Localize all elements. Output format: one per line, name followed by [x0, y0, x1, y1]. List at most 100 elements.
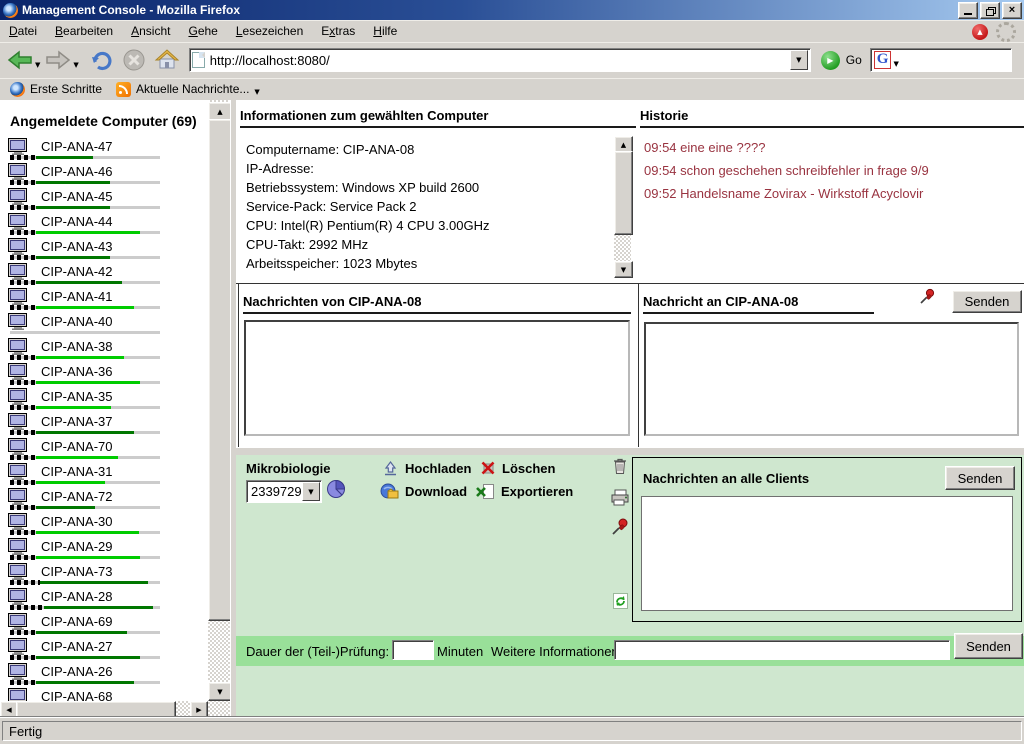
- printer-button[interactable]: [610, 488, 630, 507]
- computer-name[interactable]: CIP-ANA-35: [41, 389, 113, 404]
- computer-name[interactable]: CIP-ANA-31: [41, 464, 113, 479]
- computer-name[interactable]: CIP-ANA-42: [41, 264, 113, 279]
- upload-label[interactable]: Hochladen: [405, 461, 471, 476]
- computer-list-item[interactable]: CIP-ANA-44: [0, 211, 208, 236]
- computer-name[interactable]: CIP-ANA-73: [41, 564, 113, 579]
- computer-list-item[interactable]: CIP-ANA-45: [0, 186, 208, 211]
- delete-label[interactable]: Löschen: [502, 461, 555, 476]
- url-input[interactable]: http://localhost:8080/: [210, 53, 785, 68]
- minimize-button[interactable]: [958, 2, 978, 19]
- computer-name[interactable]: CIP-ANA-30: [41, 514, 113, 529]
- computer-name[interactable]: CIP-ANA-44: [41, 214, 113, 229]
- computer-list-item[interactable]: CIP-ANA-40: [0, 311, 208, 336]
- send-to-computer-button[interactable]: Senden: [952, 290, 1022, 313]
- computer-name[interactable]: CIP-ANA-45: [41, 189, 113, 204]
- sidebar-horizontal-scrollbar[interactable]: ◀ ▶: [0, 701, 208, 717]
- upload-button[interactable]: Hochladen: [382, 460, 471, 477]
- back-dropdown-icon[interactable]: ▼: [35, 61, 40, 69]
- search-box[interactable]: G ▼: [870, 48, 1012, 72]
- broadcast-message-box[interactable]: [641, 496, 1013, 611]
- messages-from-box[interactable]: [244, 320, 630, 436]
- computer-list-item[interactable]: CIP-ANA-26: [0, 661, 208, 686]
- computer-name[interactable]: CIP-ANA-47: [41, 139, 113, 154]
- forward-dropdown-icon[interactable]: ▼: [73, 61, 78, 69]
- exam-select[interactable]: 2339729 ▼: [246, 480, 322, 503]
- bookmark-dropdown-icon[interactable]: ▼: [254, 88, 259, 96]
- pushpin-icon[interactable]: [610, 517, 630, 536]
- computer-list-item[interactable]: CIP-ANA-29: [0, 536, 208, 561]
- message-to-box[interactable]: [644, 322, 1019, 436]
- scroll-down-button[interactable]: ▼: [208, 682, 232, 701]
- menu-item-bearbeiten[interactable]: Bearbeiten: [46, 21, 122, 41]
- computer-list-item[interactable]: CIP-ANA-46: [0, 161, 208, 186]
- computer-list-item[interactable]: CIP-ANA-28: [0, 586, 208, 611]
- combo-dropdown-button[interactable]: ▼: [302, 482, 320, 501]
- send-to-all-button[interactable]: Senden: [945, 466, 1015, 490]
- scroll-down-button[interactable]: ▼: [614, 261, 633, 278]
- bookmark-erste-schritte[interactable]: Erste Schritte: [6, 82, 106, 97]
- computer-name[interactable]: CIP-ANA-26: [41, 664, 113, 679]
- computer-list-item[interactable]: CIP-ANA-30: [0, 511, 208, 536]
- trash-button[interactable]: [610, 457, 630, 475]
- info-input[interactable]: [614, 640, 950, 660]
- computer-list-item[interactable]: CIP-ANA-42: [0, 261, 208, 286]
- export-label[interactable]: Exportieren: [501, 484, 573, 499]
- url-bar[interactable]: http://localhost:8080/ ▼: [189, 48, 811, 72]
- computer-list-item[interactable]: CIP-ANA-43: [0, 236, 208, 261]
- computer-name[interactable]: CIP-ANA-40: [41, 314, 113, 329]
- computer-name[interactable]: CIP-ANA-37: [41, 414, 113, 429]
- update-alert-icon[interactable]: ▲: [972, 24, 988, 40]
- computer-list-item[interactable]: CIP-ANA-38: [0, 336, 208, 361]
- back-button[interactable]: [6, 45, 34, 75]
- forward-button[interactable]: [44, 45, 72, 75]
- reload-button[interactable]: [89, 45, 115, 75]
- sidebar-vertical-scrollbar[interactable]: ▲ ▼: [208, 100, 230, 717]
- url-dropdown-button[interactable]: ▼: [790, 50, 808, 70]
- computer-list-item[interactable]: CIP-ANA-73: [0, 561, 208, 586]
- computer-name[interactable]: CIP-ANA-41: [41, 289, 113, 304]
- menu-item-lesezeichen[interactable]: Lesezeichen: [227, 21, 312, 41]
- computer-name[interactable]: CIP-ANA-29: [41, 539, 113, 554]
- pie-chart-icon[interactable]: [326, 479, 346, 504]
- computer-name[interactable]: CIP-ANA-38: [41, 339, 113, 354]
- scrollbar-thumb[interactable]: [614, 151, 633, 235]
- computer-list-item[interactable]: CIP-ANA-68: [0, 686, 208, 701]
- search-engine-dropdown-icon[interactable]: ▼: [893, 60, 898, 68]
- computer-name[interactable]: CIP-ANA-72: [41, 489, 113, 504]
- go-label[interactable]: Go: [846, 53, 862, 67]
- scroll-right-button[interactable]: ▶: [190, 701, 208, 717]
- computer-list-item[interactable]: CIP-ANA-27: [0, 636, 208, 661]
- menu-item-extras[interactable]: Extras: [312, 21, 364, 41]
- computer-list-item[interactable]: CIP-ANA-36: [0, 361, 208, 386]
- menu-item-datei[interactable]: Datei: [0, 21, 46, 41]
- computer-name[interactable]: CIP-ANA-68: [41, 689, 113, 701]
- download-label[interactable]: Download: [405, 484, 467, 499]
- menu-item-hilfe[interactable]: Hilfe: [364, 21, 406, 41]
- computer-name[interactable]: CIP-ANA-46: [41, 164, 113, 179]
- delete-button[interactable]: Löschen: [480, 460, 555, 476]
- computer-list-item[interactable]: CIP-ANA-70: [0, 436, 208, 461]
- menu-item-ansicht[interactable]: Ansicht: [122, 21, 179, 41]
- download-button[interactable]: Download: [380, 483, 467, 500]
- computer-name[interactable]: CIP-ANA-36: [41, 364, 113, 379]
- computer-name[interactable]: CIP-ANA-28: [41, 589, 113, 604]
- bookmark-label[interactable]: Aktuelle Nachrichte...: [136, 82, 249, 96]
- export-button[interactable]: Exportieren: [476, 483, 573, 500]
- computer-name[interactable]: CIP-ANA-69: [41, 614, 113, 629]
- go-button[interactable]: ▶: [821, 51, 840, 70]
- pushpin-icon[interactable]: [919, 288, 936, 310]
- bookmark-aktuelle-nachrichten[interactable]: Aktuelle Nachrichte... ▼: [112, 82, 264, 97]
- refresh-button[interactable]: [610, 593, 630, 609]
- scrollbar-thumb[interactable]: [208, 119, 232, 621]
- computer-name[interactable]: CIP-ANA-27: [41, 639, 113, 654]
- computer-name[interactable]: CIP-ANA-43: [41, 239, 113, 254]
- duration-input[interactable]: [392, 640, 434, 660]
- computer-name[interactable]: CIP-ANA-70: [41, 439, 113, 454]
- bookmark-label[interactable]: Erste Schritte: [30, 82, 102, 96]
- computer-list-item[interactable]: CIP-ANA-41: [0, 286, 208, 311]
- restore-button[interactable]: [980, 2, 1000, 19]
- menu-item-gehe[interactable]: Gehe: [179, 21, 226, 41]
- computer-list-item[interactable]: CIP-ANA-47: [0, 136, 208, 161]
- computer-list-item[interactable]: CIP-ANA-35: [0, 386, 208, 411]
- stop-button[interactable]: [121, 45, 147, 75]
